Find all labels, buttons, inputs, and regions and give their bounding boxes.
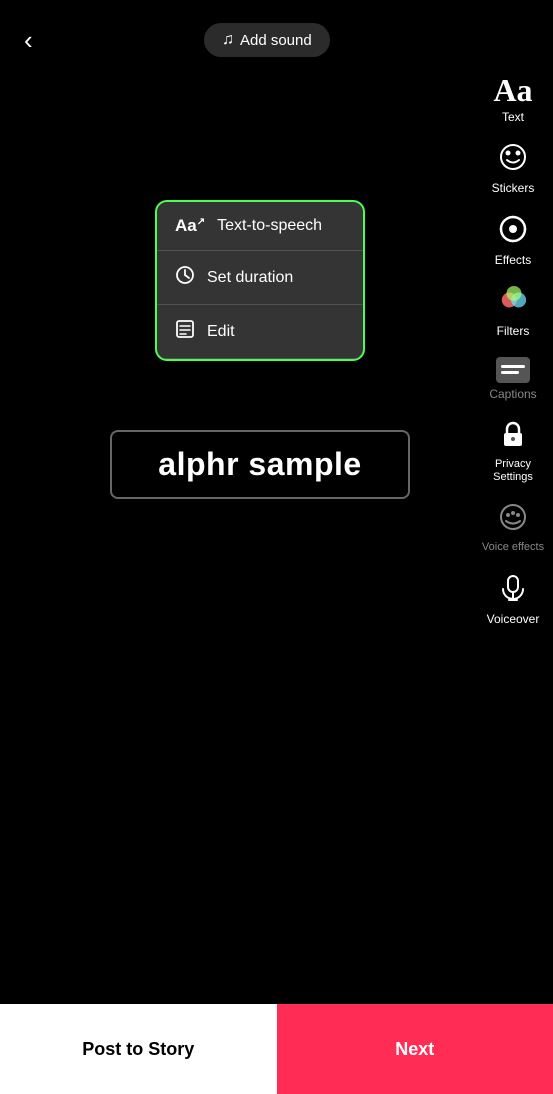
lock-icon bbox=[498, 419, 528, 454]
popup-item-edit-label: Edit bbox=[207, 323, 235, 341]
sidebar-item-voiceover[interactable]: Voiceover bbox=[477, 567, 549, 632]
text-overlay-box[interactable]: alphr sample bbox=[110, 430, 410, 499]
captions-icon bbox=[496, 357, 530, 383]
sidebar-item-effects-label: Effects bbox=[495, 253, 531, 267]
add-sound-button[interactable]: ♫ Add sound bbox=[204, 23, 330, 57]
sidebar-item-voice-effects[interactable]: Voice effects bbox=[477, 496, 549, 560]
sidebar-item-stickers[interactable]: Stickers bbox=[477, 136, 549, 201]
popup-item-set-duration-label: Set duration bbox=[207, 269, 293, 287]
filters-icon bbox=[498, 285, 528, 320]
sidebar-item-captions[interactable]: Captions bbox=[477, 351, 549, 407]
mic-icon bbox=[498, 573, 528, 608]
popup-item-edit[interactable]: Edit bbox=[157, 305, 363, 359]
header: ‹ ♫ Add sound bbox=[0, 0, 553, 80]
popup-arrow bbox=[250, 359, 270, 361]
sidebar-item-stickers-label: Stickers bbox=[492, 181, 535, 195]
set-duration-icon bbox=[175, 265, 195, 290]
sidebar-item-captions-label: Captions bbox=[489, 387, 536, 401]
effects-icon bbox=[498, 214, 528, 249]
voice-effects-icon bbox=[498, 502, 528, 537]
next-label: Next bbox=[395, 1039, 434, 1060]
sidebar: Aa Text Stickers Effects bbox=[473, 60, 553, 632]
post-to-story-button[interactable]: Post to Story bbox=[0, 1004, 277, 1094]
back-button[interactable]: ‹ bbox=[16, 17, 41, 64]
popup-menu: Aa↗ Text-to-speech Set duration Edit bbox=[155, 200, 365, 361]
sidebar-item-privacy-label: Privacy Settings bbox=[481, 458, 545, 484]
sidebar-item-voiceover-label: Voiceover bbox=[487, 612, 540, 626]
sticker-icon bbox=[498, 142, 528, 177]
text-overlay-content: alphr sample bbox=[130, 446, 390, 483]
popup-item-text-to-speech[interactable]: Aa↗ Text-to-speech bbox=[157, 202, 363, 251]
post-to-story-label: Post to Story bbox=[82, 1039, 194, 1060]
add-sound-label: Add sound bbox=[240, 32, 312, 49]
next-button[interactable]: Next bbox=[277, 1004, 553, 1094]
text-icon: Aa bbox=[493, 74, 532, 106]
sidebar-item-effects[interactable]: Effects bbox=[477, 208, 549, 273]
sidebar-item-text-label: Text bbox=[502, 110, 524, 124]
sidebar-item-filters[interactable]: Filters bbox=[477, 279, 549, 344]
popup-item-text-to-speech-label: Text-to-speech bbox=[217, 217, 322, 235]
music-icon: ♫ bbox=[222, 31, 234, 49]
edit-icon bbox=[175, 319, 195, 344]
sidebar-item-text[interactable]: Aa Text bbox=[477, 68, 549, 130]
popup-item-set-duration[interactable]: Set duration bbox=[157, 251, 363, 305]
bottom-bar: Post to Story Next bbox=[0, 1004, 553, 1094]
sidebar-item-voice-effects-label: Voice effects bbox=[482, 541, 544, 554]
sidebar-item-privacy-settings[interactable]: Privacy Settings bbox=[477, 413, 549, 490]
sidebar-item-filters-label: Filters bbox=[497, 324, 530, 338]
text-to-speech-icon: Aa↗ bbox=[175, 216, 205, 236]
